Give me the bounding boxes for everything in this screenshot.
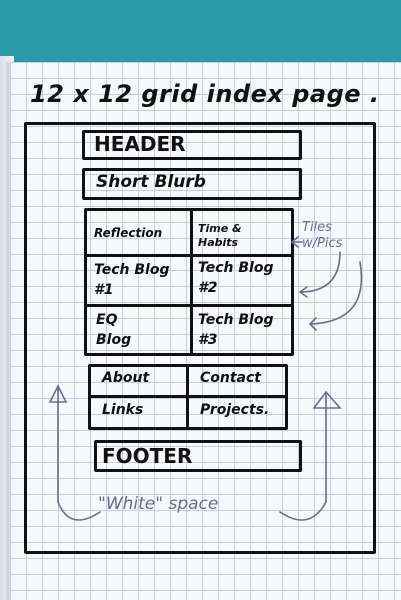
pencil-arrows xyxy=(48,236,363,521)
arrow-to-tech-blog-3 xyxy=(309,261,363,325)
notebook-page: 12 x 12 grid index page . HEADER Short B… xyxy=(10,62,401,600)
white-space-brace xyxy=(57,501,327,521)
arrow-to-tech-blog-2 xyxy=(299,251,341,293)
